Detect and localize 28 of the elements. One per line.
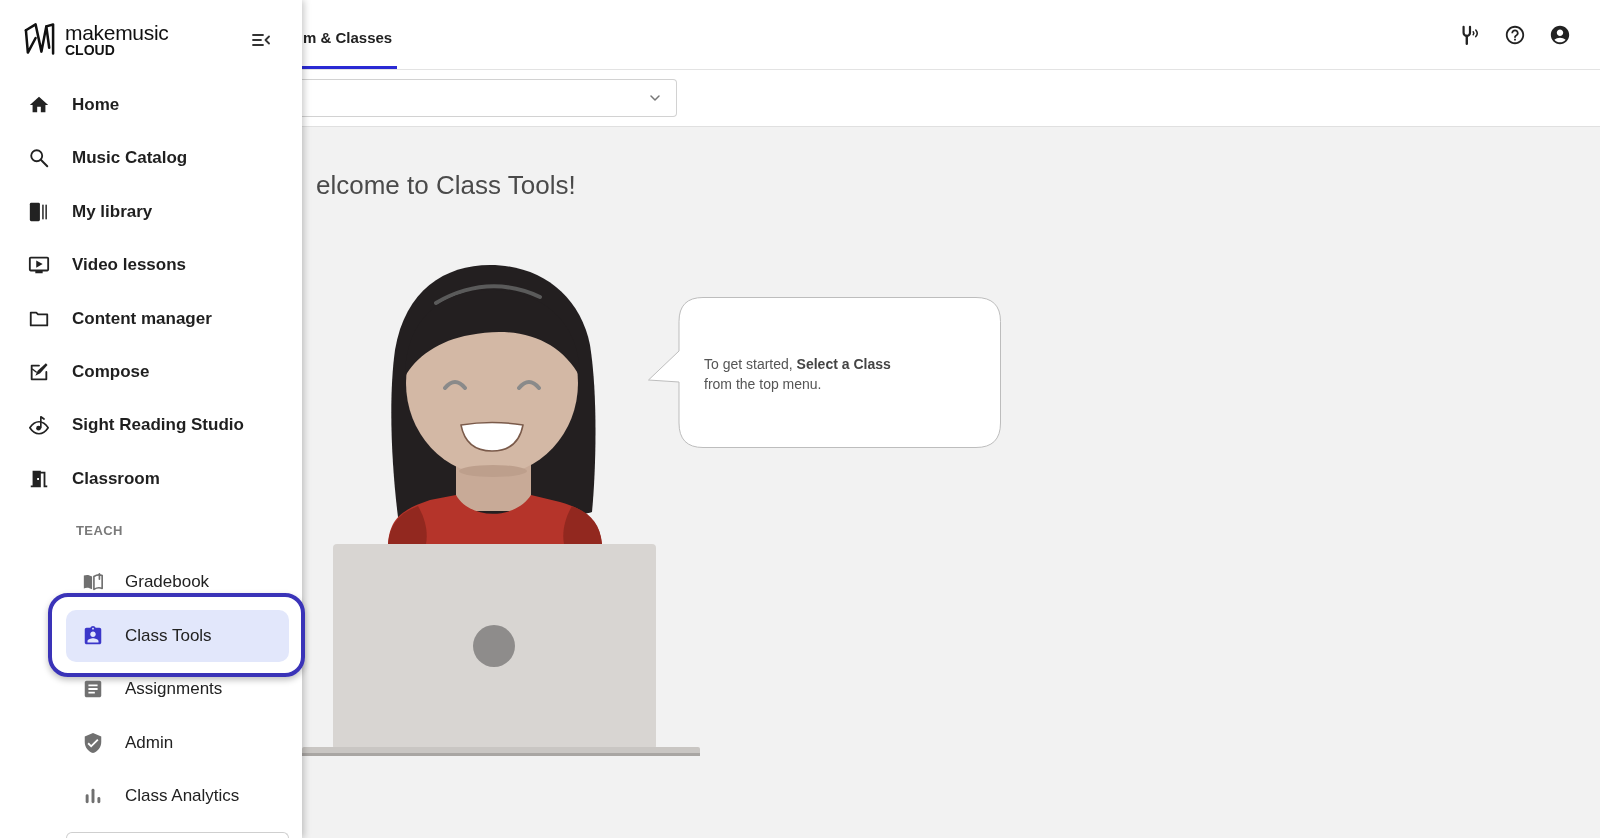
- sidebar-item[interactable]: Sight Reading Studio: [16, 398, 290, 453]
- menu-collapse-icon[interactable]: [252, 33, 270, 47]
- tuning-fork-icon[interactable]: [1459, 23, 1481, 46]
- sidebar-subitem[interactable]: Admin: [66, 716, 289, 769]
- sidebar-subitem[interactable]: Class Tools: [66, 609, 289, 662]
- sidebar-subitem[interactable]: Assignments: [66, 663, 289, 716]
- sidebar-item[interactable]: Compose: [16, 345, 290, 399]
- search-icon: [28, 147, 50, 170]
- sidebar-item[interactable]: Content manager: [16, 291, 290, 346]
- clipboard-person-icon: [82, 624, 104, 647]
- shield-check-icon: [82, 731, 104, 754]
- sidebar-item[interactable]: Music Catalog: [16, 131, 290, 186]
- welcome-title: elcome to Class Tools!: [316, 169, 577, 201]
- logo-wordmark: makemusic: [65, 21, 169, 43]
- section-heading: TEACH: [76, 522, 123, 538]
- sidebar-subitem[interactable]: Class Analytics: [66, 770, 289, 823]
- sidebar-item[interactable]: My library: [16, 185, 290, 239]
- logo-mark-icon: [23, 21, 56, 57]
- account-icon[interactable]: [1549, 23, 1571, 46]
- sidebar-item[interactable]: Video lessons: [16, 238, 290, 292]
- library-icon: [28, 200, 50, 223]
- bubble-text: To get started, Select a Class from the top menu.: [704, 355, 891, 394]
- eye-note-icon: [28, 414, 50, 437]
- sidebar-subitem[interactable]: Gradebook: [66, 556, 289, 609]
- sidebar-item[interactable]: Home: [16, 78, 290, 132]
- sidebar-item[interactable]: Classroom: [16, 452, 290, 506]
- help-icon[interactable]: [1504, 23, 1526, 46]
- logo-subtitle: CLOUD: [65, 42, 116, 57]
